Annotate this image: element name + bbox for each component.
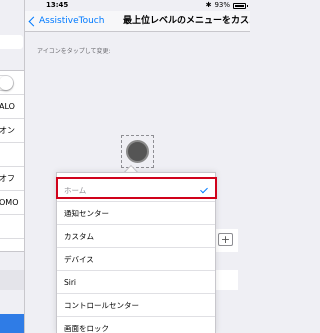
sidebar-row[interactable]: ALO (0, 95, 24, 119)
battery-percent: 93% (214, 1, 230, 9)
menu-item-control-center[interactable]: コントロールセンター (57, 294, 215, 317)
sidebar-row-gray[interactable] (0, 270, 24, 290)
menu-item-label: カスタム (64, 232, 94, 241)
navigation-bar: AssistiveTouch 最上位レベルのメニューをカス... (25, 11, 250, 32)
status-bar: 13:45 ✱ 93% (0, 0, 250, 11)
sidebar-row-label: OMO (0, 198, 19, 207)
sidebar-row[interactable]: オフ (0, 167, 24, 191)
sidebar-row-label: オフ (0, 174, 15, 183)
assistivetouch-icon-slot[interactable] (121, 135, 154, 168)
sidebar-selected-row[interactable] (0, 314, 24, 333)
menu-item-device[interactable]: デバイス (57, 248, 215, 271)
settings-sidebar: ALO オン オフ OMO (0, 0, 25, 333)
menu-item-siri[interactable]: Siri (57, 271, 215, 294)
background-row (213, 270, 238, 290)
back-button[interactable]: AssistiveTouch (28, 14, 104, 28)
toggle-switch[interactable] (0, 75, 14, 91)
sidebar-row[interactable]: オン (0, 119, 24, 143)
menu-item-label: コントロールセンター (64, 301, 139, 310)
sidebar-row-toggle[interactable] (0, 71, 24, 95)
section-header: アイコンをタップして変更: (37, 48, 111, 55)
menu-item-label: 通知センター (64, 209, 109, 218)
bluetooth-icon: ✱ (205, 1, 212, 9)
status-indicators: ✱ 93% (205, 0, 248, 11)
sidebar-row-label: オン (0, 126, 15, 135)
selection-highlight (56, 177, 217, 199)
page-title: 最上位レベルのメニューをカス... (123, 16, 250, 26)
menu-item-custom[interactable]: カスタム (57, 225, 215, 248)
assistivetouch-icon (126, 140, 149, 163)
sidebar-row[interactable] (0, 143, 24, 167)
battery-icon (233, 2, 248, 9)
menu-item-label: 画面をロック (64, 324, 109, 333)
chevron-left-icon (28, 16, 39, 26)
plus-icon[interactable]: + (218, 233, 233, 246)
sidebar-group: ALO オン オフ OMO (0, 70, 24, 252)
menu-item-notification-center[interactable]: 通知センター (57, 202, 215, 225)
menu-item-label: デバイス (64, 255, 94, 264)
sidebar-search-field[interactable] (0, 35, 23, 49)
sidebar-row[interactable]: OMO (0, 191, 24, 215)
sidebar-row-label: ALO (0, 102, 15, 111)
menu-item-lock-screen[interactable]: 画面をロック (57, 317, 215, 333)
status-time: 13:45 (46, 1, 69, 9)
back-button-label: AssistiveTouch (39, 16, 105, 26)
sidebar-row[interactable] (0, 215, 24, 239)
menu-item-label: Siri (64, 278, 77, 287)
